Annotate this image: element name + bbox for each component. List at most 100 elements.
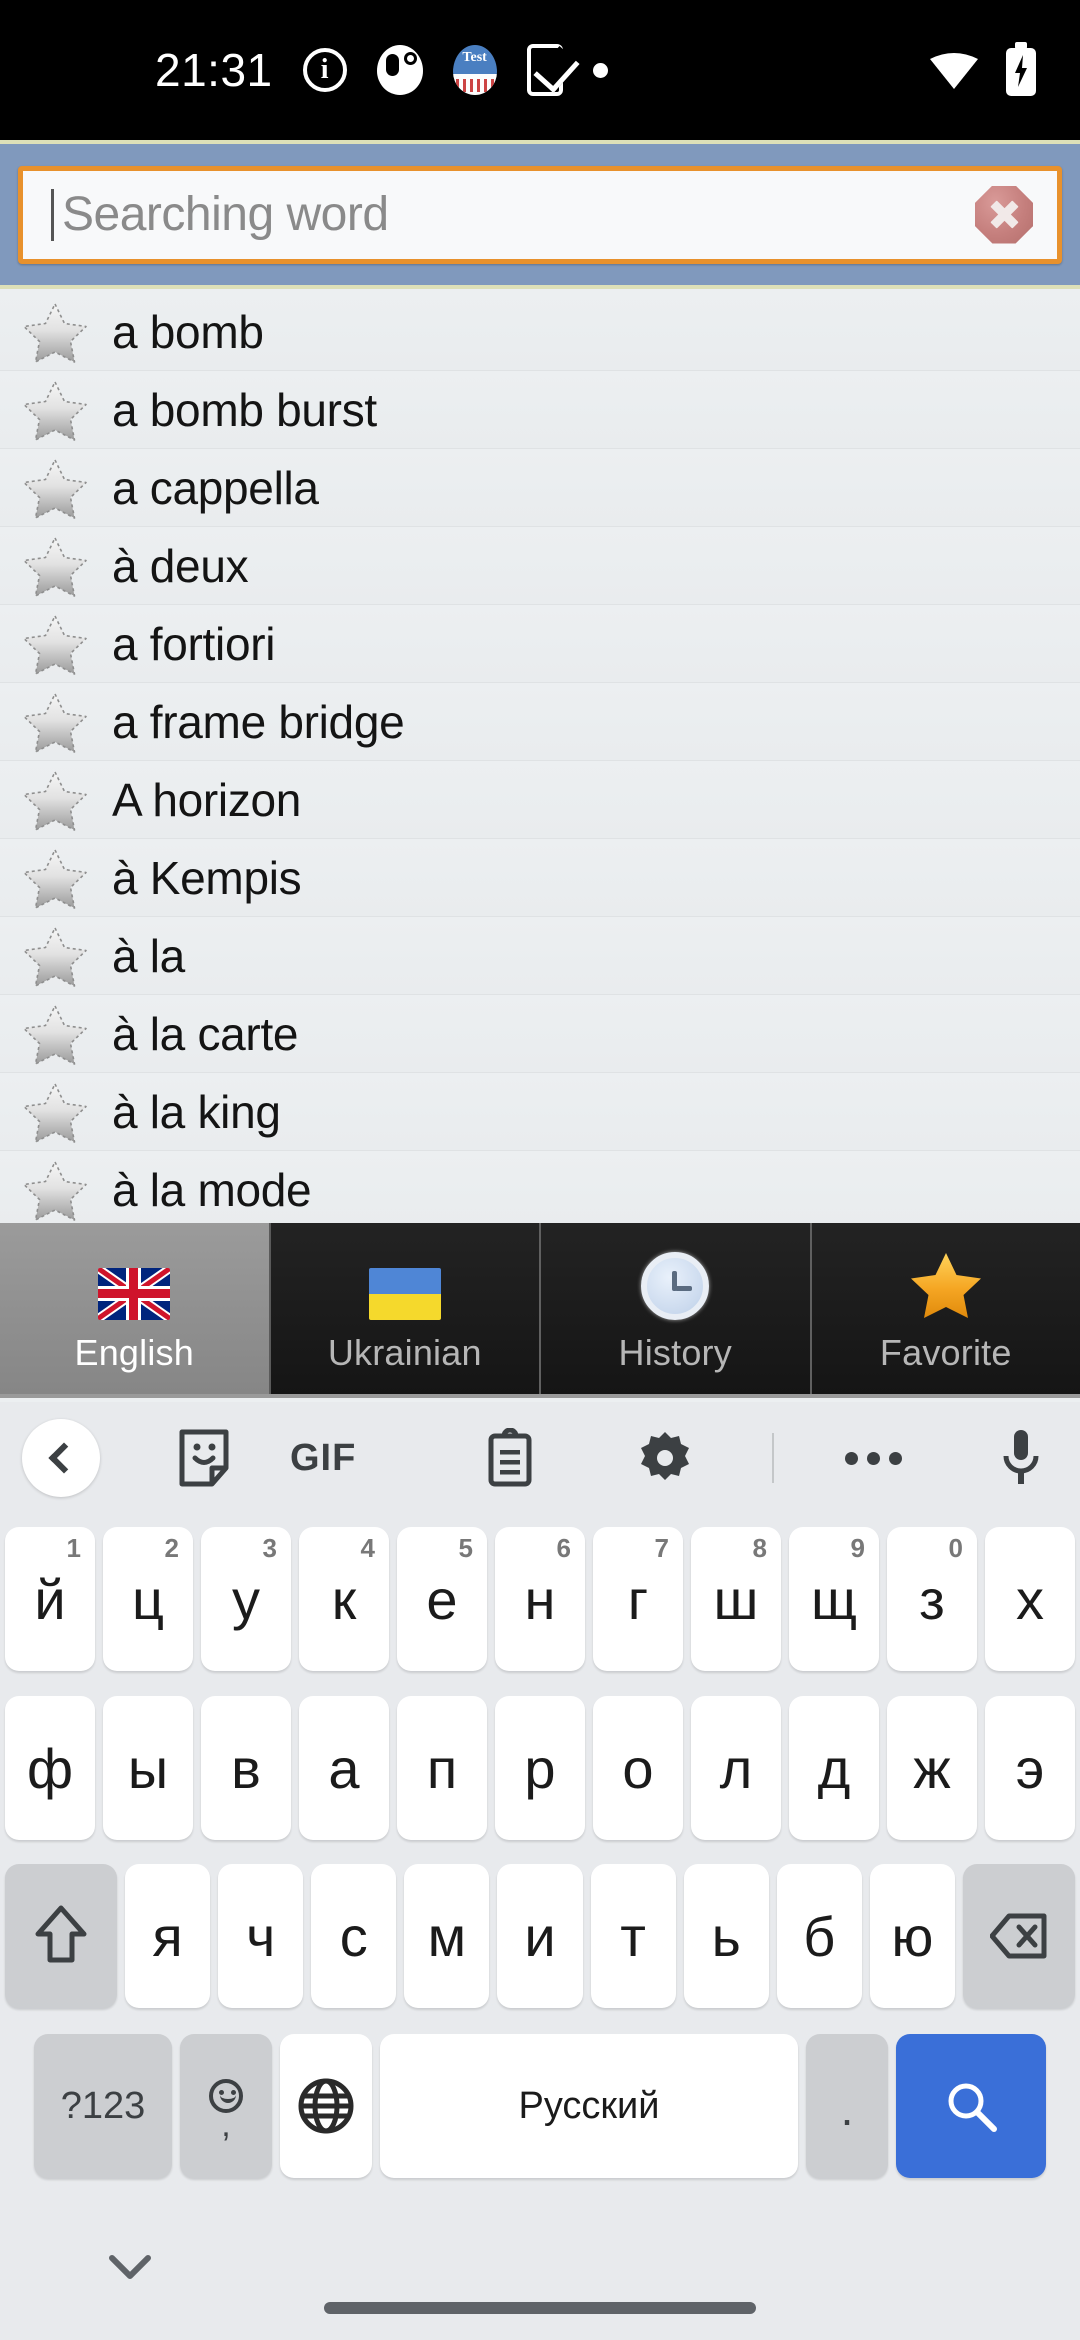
key-ж[interactable]: ж [887, 1696, 977, 1840]
word-list-item[interactable]: à la [0, 917, 1080, 995]
star-outline-icon[interactable] [22, 613, 88, 675]
text-caret [51, 188, 54, 241]
star-outline-icon[interactable] [22, 457, 88, 519]
key-у[interactable]: 3у [201, 1527, 291, 1671]
key-д[interactable]: д [789, 1696, 879, 1840]
key-а[interactable]: а [299, 1696, 389, 1840]
star-outline-icon[interactable] [22, 769, 88, 831]
word-list-item[interactable]: à deux [0, 527, 1080, 605]
key-н[interactable]: 6н [495, 1527, 585, 1671]
star-outline-icon[interactable] [22, 301, 88, 363]
key-в[interactable]: в [201, 1696, 291, 1840]
word-list-item[interactable]: à la king [0, 1073, 1080, 1151]
word-list-item[interactable]: a bomb burst [0, 371, 1080, 449]
key-и[interactable]: и [497, 1864, 583, 2008]
shift-icon[interactable] [5, 1864, 117, 2008]
star-outline-icon[interactable] [22, 691, 88, 753]
gif-icon[interactable]: GIF [290, 1437, 356, 1480]
back-icon[interactable] [22, 1419, 100, 1497]
key-й[interactable]: 1й [5, 1527, 95, 1671]
word-list[interactable]: a bomb a bomb burst a cappella à deux a fort… [0, 293, 1080, 1223]
key-ш[interactable]: 8ш [691, 1527, 781, 1671]
key-т[interactable]: т [590, 1864, 676, 2008]
chevron-down-icon[interactable] [108, 2252, 152, 2287]
comma-key[interactable]: , [180, 2034, 272, 2178]
word-list-item[interactable]: à la carte [0, 995, 1080, 1073]
tab-favorite[interactable]: Favorite [811, 1223, 1080, 1394]
more-icon[interactable] [845, 1451, 902, 1465]
word-list-item[interactable]: à la mode [0, 1151, 1080, 1223]
word-label: à deux [112, 539, 249, 592]
key-м[interactable]: м [404, 1864, 490, 2008]
star-outline-icon[interactable] [22, 535, 88, 597]
word-list-item[interactable]: a frame bridge [0, 683, 1080, 761]
clear-octagon-icon[interactable] [973, 184, 1035, 246]
search-input[interactable]: Searching word [18, 165, 1062, 264]
search-icon[interactable] [896, 2034, 1046, 2178]
key-label: к [331, 1567, 357, 1631]
word-list-item[interactable]: A horizon [0, 761, 1080, 839]
star-outline-icon[interactable] [22, 379, 88, 441]
key-х[interactable]: х [985, 1527, 1075, 1671]
key-label: й [34, 1567, 66, 1631]
tab-ukrainian[interactable]: Ukrainian [270, 1223, 541, 1394]
word-label: à la mode [112, 1163, 312, 1216]
sticker-icon[interactable] [178, 1428, 230, 1488]
key-label: ь [711, 1904, 741, 1968]
key-number-hint: 5 [458, 1533, 473, 1563]
symbols-key[interactable]: ?123 [34, 2034, 172, 2178]
space-key[interactable]: Русский [380, 2034, 798, 2178]
key-р[interactable]: р [495, 1696, 585, 1840]
tab-label: English [74, 1331, 194, 1373]
key-label: л [719, 1736, 753, 1800]
key-label: н [524, 1567, 556, 1631]
key-с[interactable]: с [311, 1864, 397, 2008]
key-ы[interactable]: ы [103, 1696, 193, 1840]
key-б[interactable]: б [776, 1864, 862, 2008]
key-ф[interactable]: ф [5, 1696, 95, 1840]
tab-english[interactable]: English [0, 1223, 271, 1394]
microphone-icon[interactable] [1000, 1428, 1042, 1488]
key-о[interactable]: о [593, 1696, 683, 1840]
gear-icon[interactable] [637, 1430, 693, 1486]
backspace-icon[interactable] [962, 1864, 1075, 2008]
star-outline-icon[interactable] [22, 1003, 88, 1065]
key-ю[interactable]: ю [869, 1864, 955, 2008]
star-outline-icon[interactable] [22, 847, 88, 909]
key-label: ч [246, 1904, 276, 1968]
phone-screen: 21:31 i Test Searching word a bomb a bom… [0, 0, 1080, 2340]
word-list-item[interactable]: a fortiori [0, 605, 1080, 683]
key-я[interactable]: я [125, 1864, 211, 2008]
key-щ[interactable]: 9щ [789, 1527, 879, 1671]
star-outline-icon[interactable] [22, 925, 88, 987]
key-э[interactable]: э [985, 1696, 1075, 1840]
clipboard-icon[interactable] [487, 1428, 533, 1488]
tab-history[interactable]: History [541, 1223, 812, 1394]
key-label: щ [810, 1567, 858, 1631]
word-list-item[interactable]: a bomb [0, 293, 1080, 371]
key-label: и [524, 1904, 556, 1968]
key-number-hint: 9 [850, 1533, 865, 1563]
word-list-item[interactable]: a cappella [0, 449, 1080, 527]
globe-icon[interactable] [280, 2034, 372, 2178]
key-ь[interactable]: ь [683, 1864, 769, 2008]
key-ч[interactable]: ч [218, 1864, 304, 2008]
home-gesture-bar[interactable] [324, 2302, 756, 2314]
key-г[interactable]: 7г [593, 1527, 683, 1671]
key-п[interactable]: п [397, 1696, 487, 1840]
key-ц[interactable]: 2ц [103, 1527, 193, 1671]
key-е[interactable]: 5е [397, 1527, 487, 1671]
word-list-item[interactable]: à Kempis [0, 839, 1080, 917]
key-label: ж [913, 1736, 951, 1800]
key-к[interactable]: 4к [299, 1527, 389, 1671]
keyboard-row-4: ?123 , Русский . [0, 2020, 1080, 2192]
key-label: ы [127, 1736, 169, 1800]
key-з[interactable]: 0з [887, 1527, 977, 1671]
star-outline-icon[interactable] [22, 1081, 88, 1143]
word-label: à la [112, 929, 185, 982]
key-label: о [622, 1736, 654, 1800]
star-outline-icon[interactable] [22, 1159, 88, 1221]
period-key[interactable]: . [806, 2034, 888, 2178]
key-л[interactable]: л [691, 1696, 781, 1840]
word-label: à la carte [112, 1007, 299, 1060]
